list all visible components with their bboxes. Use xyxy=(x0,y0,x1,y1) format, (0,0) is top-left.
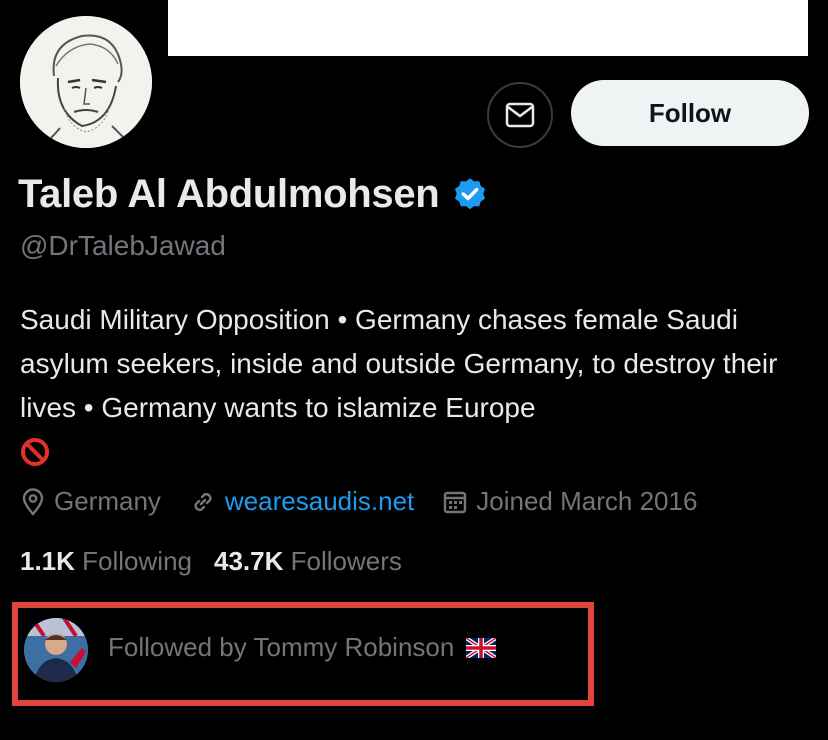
website-item[interactable]: wearesaudis.net xyxy=(189,486,414,517)
profile-stats: 1.1K Following 43.7K Followers xyxy=(20,546,424,577)
followed-by-text: Followed by Tommy Robinson xyxy=(108,632,455,662)
envelope-icon xyxy=(505,102,535,128)
profile-meta: Germany wearesaudis.net Joined March 201… xyxy=(20,486,725,517)
follower-photo xyxy=(24,618,88,682)
link-icon xyxy=(194,492,212,511)
profile-bio: Saudi Military Opposition • Germany chas… xyxy=(20,298,800,474)
follower-avatar[interactable] xyxy=(24,618,88,682)
profile-avatar[interactable] xyxy=(20,16,152,148)
followers-stat[interactable]: 43.7K Followers xyxy=(214,546,402,577)
followers-label: Followers xyxy=(290,546,402,576)
website-link[interactable]: wearesaudis.net xyxy=(225,486,414,517)
followers-count: 43.7K xyxy=(213,546,284,576)
avatar-sketch xyxy=(20,16,152,148)
bio-text: Saudi Military Opposition • Germany chas… xyxy=(20,304,778,423)
following-stat[interactable]: 1.1K Following xyxy=(20,546,192,577)
followed-by[interactable]: Followed by Tommy Robinson xyxy=(108,632,497,663)
joined-text: Joined March 2016 xyxy=(476,486,698,516)
following-count: 1.1K xyxy=(20,546,75,576)
profile-banner-image xyxy=(168,0,808,56)
location-text: Germany xyxy=(54,486,161,516)
profile-name-row: Taleb Al Abdulmohsen xyxy=(18,172,489,217)
verified-badge-icon[interactable] xyxy=(451,176,489,214)
prohibited-icon xyxy=(21,437,49,466)
uk-flag-icon xyxy=(466,637,497,658)
message-button[interactable] xyxy=(487,82,553,148)
profile-name: Taleb Al Abdulmohsen xyxy=(18,172,440,216)
joined-item: Joined March 2016 xyxy=(442,486,697,517)
location-item: Germany xyxy=(20,486,161,517)
follow-button[interactable]: Follow xyxy=(571,80,809,146)
calendar-icon xyxy=(444,491,467,513)
location-pin-icon xyxy=(22,487,44,516)
following-label: Following xyxy=(82,546,192,576)
profile-handle: @DrTalebJawad xyxy=(20,230,226,261)
